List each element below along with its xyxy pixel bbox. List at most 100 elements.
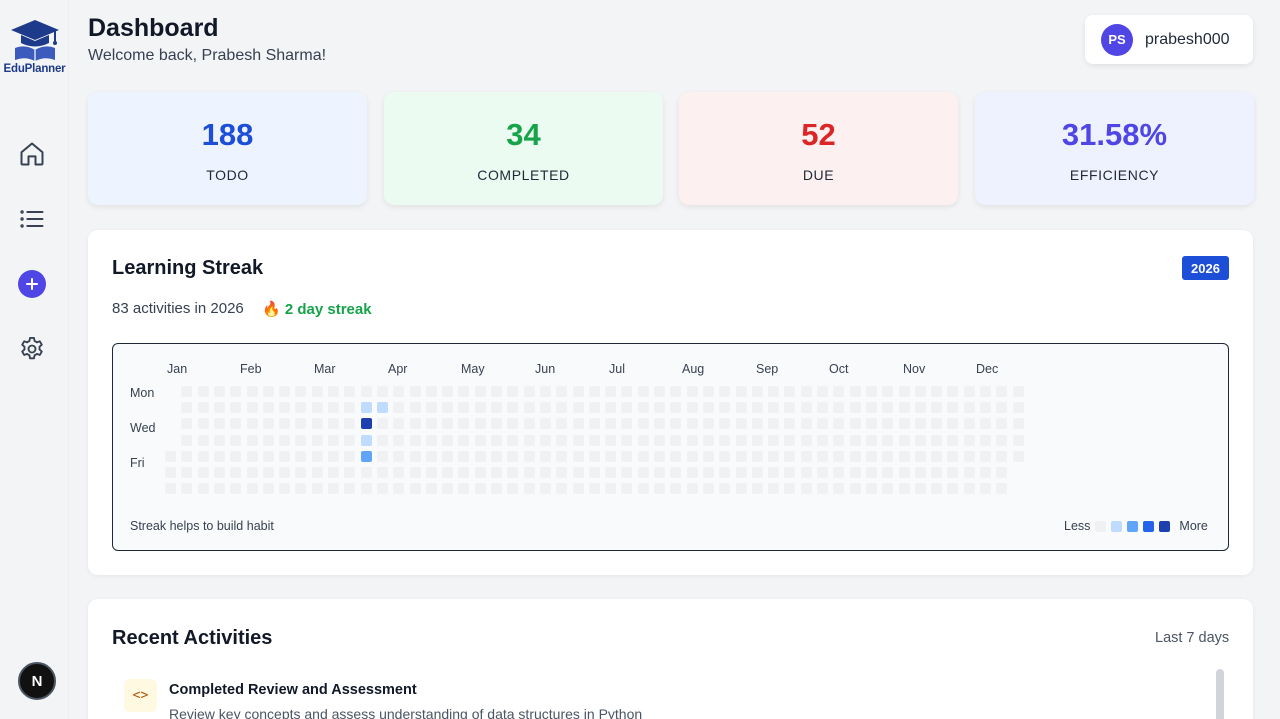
heatmap-cell[interactable] [654,418,665,430]
heatmap-cell[interactable] [621,402,633,414]
heatmap-cell[interactable] [914,418,926,430]
heatmap-cell[interactable] [980,450,991,462]
heatmap-cell[interactable] [344,402,356,414]
heatmap-cell[interactable] [246,434,258,446]
heatmap-cell[interactable] [311,467,323,478]
heatmap-cell[interactable] [800,418,812,430]
nav-list-button[interactable] [14,201,50,237]
heatmap-cell[interactable] [507,402,519,414]
heatmap-cell[interactable] [491,467,502,478]
heatmap-cell[interactable] [702,467,714,478]
heatmap-cell[interactable] [702,386,714,397]
heatmap-cell[interactable] [556,450,568,462]
heatmap-cell[interactable] [719,467,731,478]
heatmap-cell[interactable] [963,402,975,414]
heatmap-cell[interactable] [458,450,470,462]
heatmap-cell[interactable] [719,402,731,414]
heatmap-cell[interactable] [702,418,714,430]
heatmap-cell[interactable] [654,402,665,414]
heatmap-cell[interactable] [817,418,828,430]
heatmap-cell[interactable] [295,402,307,414]
heatmap-cell[interactable] [849,418,861,430]
heatmap-cell[interactable] [898,386,910,397]
heatmap-cell[interactable] [735,467,747,478]
heatmap-cell[interactable] [768,402,780,414]
heatmap-cell[interactable] [686,450,698,462]
heatmap-cell[interactable] [295,467,307,478]
heatmap-cell[interactable] [947,483,959,495]
heatmap-cell[interactable] [865,402,877,414]
heatmap-cell[interactable] [588,434,600,446]
heatmap-cell[interactable] [425,450,437,462]
user-profile-button[interactable]: PS prabesh000 [1085,15,1253,64]
heatmap-cell[interactable] [539,386,551,397]
heatmap-cell[interactable] [246,467,258,478]
heatmap-cell[interactable] [817,434,828,446]
nav-settings-button[interactable] [14,331,50,367]
heatmap-cell[interactable] [833,467,845,478]
heatmap-cell[interactable] [588,467,600,478]
heatmap-cell[interactable] [670,434,682,446]
year-selector[interactable]: 2026 [1182,256,1229,280]
heatmap-cell[interactable] [311,434,323,446]
heatmap-cell[interactable] [409,434,421,446]
heatmap-cell[interactable] [442,418,454,430]
heatmap-cell[interactable] [588,418,600,430]
heatmap-cell[interactable] [670,418,682,430]
heatmap-cell[interactable] [963,483,975,495]
heatmap-cell[interactable] [849,434,861,446]
heatmap-cell[interactable] [213,386,225,397]
heatmap-cell[interactable] [181,450,193,462]
heatmap-cell[interactable] [784,467,796,478]
heatmap-cell[interactable] [181,418,193,430]
heatmap-cell[interactable] [882,434,894,446]
heatmap-cell[interactable] [637,483,649,495]
heatmap-cell[interactable] [588,402,600,414]
heatmap-cell[interactable] [637,467,649,478]
heatmap-cell[interactable] [393,434,405,446]
heatmap-cell[interactable] [751,483,763,495]
heatmap-cell[interactable] [996,386,1008,397]
heatmap-cell[interactable] [409,450,421,462]
heatmap-cell[interactable] [654,434,665,446]
heatmap-cell[interactable] [621,450,633,462]
heatmap-cell[interactable] [702,483,714,495]
heatmap-cell[interactable] [849,450,861,462]
heatmap-cell[interactable] [980,386,991,397]
heatmap-cell[interactable] [181,483,193,495]
heatmap-cell[interactable] [458,402,470,414]
heatmap-cell[interactable] [849,483,861,495]
heatmap-cell[interactable] [230,402,242,414]
heatmap-cell[interactable] [442,450,454,462]
heatmap-cell[interactable] [670,402,682,414]
heatmap-cell[interactable] [654,450,665,462]
heatmap-cell[interactable] [213,467,225,478]
heatmap-cell[interactable] [654,483,665,495]
heatmap-cell[interactable] [311,450,323,462]
heatmap-cell[interactable] [262,450,274,462]
heatmap-cell[interactable] [474,450,486,462]
heatmap-cell[interactable] [621,386,633,397]
heatmap-cell[interactable] [572,418,584,430]
heatmap-cell[interactable] [246,386,258,397]
heatmap-cell[interactable] [1012,450,1024,462]
heatmap-cell[interactable] [197,434,209,446]
heatmap-cell[interactable] [882,483,894,495]
heatmap-cell[interactable] [376,386,388,397]
heatmap-cell[interactable] [768,434,780,446]
heatmap-cell[interactable] [458,467,470,478]
heatmap-cell[interactable] [914,386,926,397]
heatmap-cell[interactable] [784,402,796,414]
heatmap-cell[interactable] [963,467,975,478]
heatmap-cell[interactable] [947,402,959,414]
heatmap-cell[interactable] [442,434,454,446]
heatmap-cell[interactable] [605,402,617,414]
heatmap-cell[interactable] [507,483,519,495]
heatmap-cell[interactable] [784,418,796,430]
heatmap-cell[interactable] [817,483,828,495]
heatmap-cell[interactable] [833,434,845,446]
heatmap-cell[interactable] [230,418,242,430]
heatmap-cell[interactable] [491,386,502,397]
heatmap-cell[interactable] [865,467,877,478]
heatmap-cell[interactable] [882,418,894,430]
